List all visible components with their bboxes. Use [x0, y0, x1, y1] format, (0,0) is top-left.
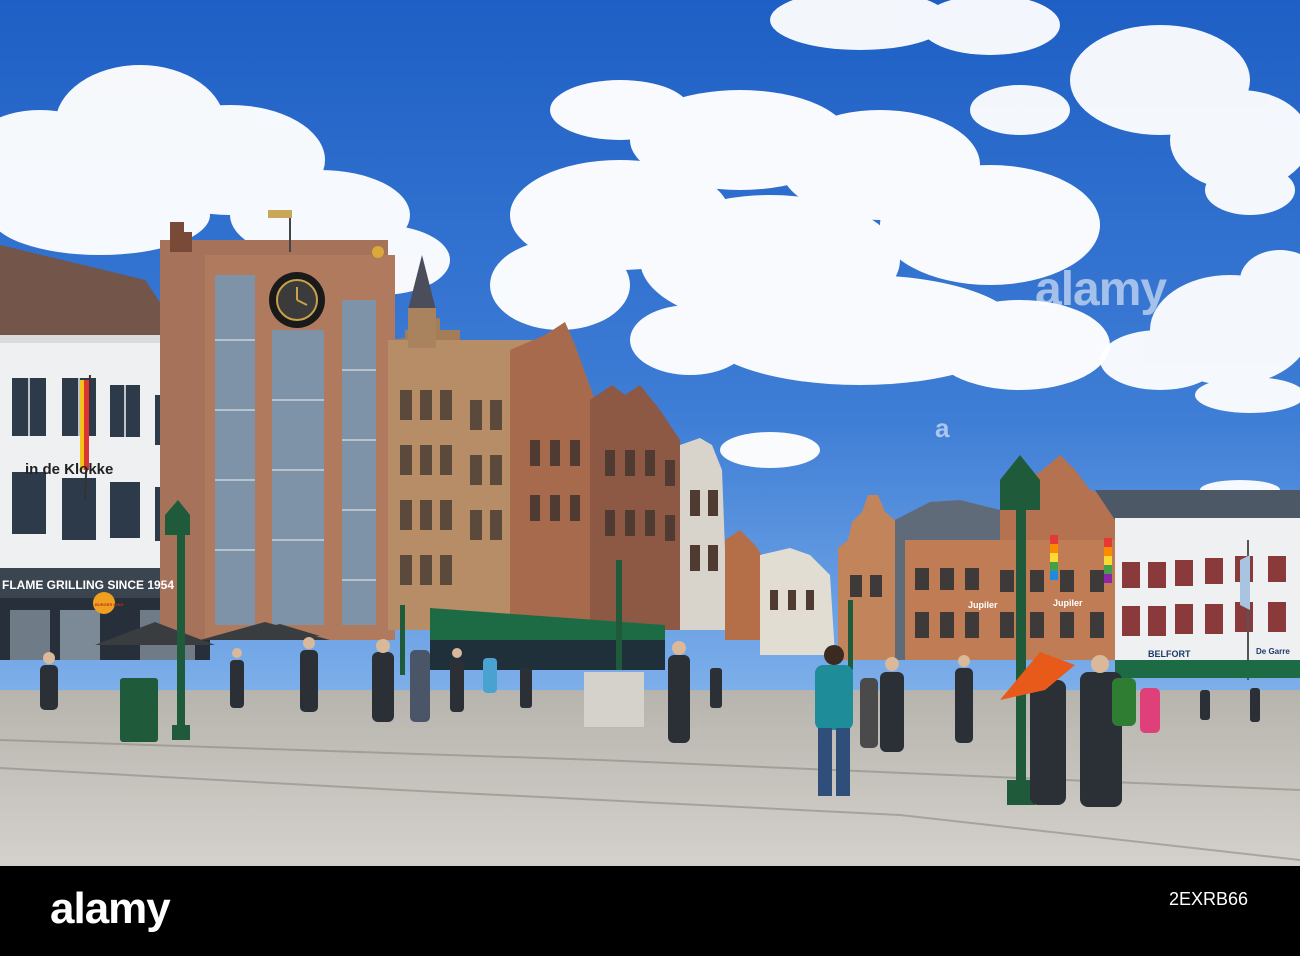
sign-in-de-klokke: in de Klokke — [25, 461, 113, 478]
image-id: 2EXRB66 — [1168, 889, 1248, 909]
market-square-photo: in de Klokke FLAME GRILLING SINCE 1954 B… — [0, 0, 1300, 866]
brick-clock-building — [160, 210, 395, 640]
sign-jupiler-2: Jupiler — [1053, 598, 1083, 608]
stone-fountain — [584, 672, 644, 727]
sign-burger-king: BURGER KING — [95, 602, 123, 607]
sign-flame-grilling: FLAME GRILLING SINCE 1954 — [2, 578, 174, 592]
sign-jupiler-1: Jupiler — [968, 600, 998, 610]
alamy-logo: alamy — [50, 884, 171, 933]
watermark-a: a — [935, 413, 950, 443]
stock-footer-bar — [0, 866, 1300, 956]
sign-de-garre: De Garre — [1256, 647, 1290, 656]
watermark-alamy: alamy — [1035, 263, 1167, 316]
sign-belfort: BELFORT — [1148, 649, 1191, 659]
